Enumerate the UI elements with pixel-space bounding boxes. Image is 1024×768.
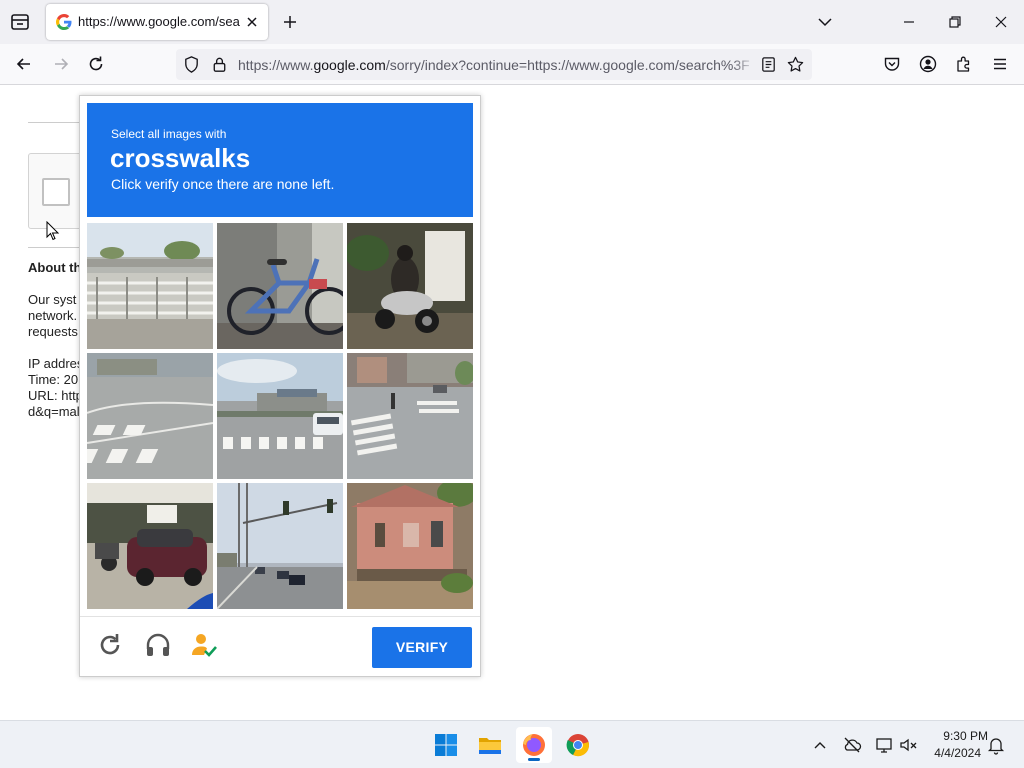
star-icon[interactable] (786, 55, 805, 74)
challenge-footer: VERIFY (80, 616, 480, 676)
audio-headphones-icon[interactable] (144, 631, 172, 659)
image-grid (87, 223, 473, 609)
close-icon[interactable] (244, 14, 260, 30)
url-line-cont: d&q=mal (28, 404, 80, 419)
clock-time[interactable]: 9:30 PM (924, 729, 988, 743)
image-tile-2 (217, 223, 343, 349)
about-line: Our syst (28, 292, 77, 307)
image-tile-9 (347, 483, 473, 609)
image-tile[interactable] (347, 223, 473, 349)
shield-icon[interactable] (182, 55, 201, 74)
about-paragraph: Our syst network. requests (28, 292, 78, 340)
google-g-icon (56, 14, 72, 30)
page-content: About th Our syst network. requests IP a… (0, 85, 1024, 720)
notification-bell-icon[interactable] (986, 735, 1006, 755)
url-bar[interactable]: https://www.google.com/sorry/index?conti… (176, 49, 812, 80)
image-tile-6 (347, 353, 473, 479)
about-line: requests (28, 324, 78, 339)
network-icon[interactable] (874, 735, 894, 755)
taskbar: 9:30 PM 4/4/2024 (0, 720, 1024, 768)
volume-muted-icon[interactable] (899, 735, 919, 755)
verify-button[interactable]: VERIFY (372, 627, 472, 668)
url-prefix: https://www. (238, 57, 314, 73)
image-tile-4 (87, 353, 213, 479)
image-tile[interactable] (217, 353, 343, 479)
firefox-icon (523, 734, 545, 756)
restore-icon[interactable] (945, 12, 965, 32)
chrome-icon (566, 734, 589, 757)
hamburger-menu-icon[interactable] (990, 54, 1010, 74)
chrome-taskbar-button[interactable] (560, 727, 596, 763)
file-explorer-button[interactable] (472, 727, 508, 763)
plus-icon[interactable] (280, 12, 300, 32)
about-heading: About th (28, 260, 82, 275)
info-person-check-icon[interactable] (190, 631, 218, 659)
request-details: IP addres Time: 20: URL: http d&q=mal (28, 356, 83, 420)
active-app-indicator (528, 758, 540, 761)
challenge-header: Select all images with crosswalks Click … (87, 103, 473, 217)
image-tile-8 (217, 483, 343, 609)
about-line: network. (28, 308, 78, 323)
forward-arrow-icon[interactable] (51, 54, 71, 74)
time-line: Time: 20: (28, 372, 82, 387)
captcha-challenge: Select all images with crosswalks Click … (79, 95, 481, 677)
challenge-instruction: Select all images with (111, 127, 227, 141)
image-tile-1 (87, 223, 213, 349)
reload-icon[interactable] (96, 631, 124, 659)
image-tile[interactable] (87, 483, 213, 609)
url-domain: google.com (313, 57, 386, 73)
window-close-icon[interactable] (991, 12, 1011, 32)
account-icon[interactable] (918, 54, 938, 74)
back-arrow-icon[interactable] (14, 54, 34, 74)
image-tile[interactable] (87, 223, 213, 349)
firefox-taskbar-button[interactable] (516, 727, 552, 763)
clock-date[interactable]: 4/4/2024 (924, 746, 981, 760)
browser-tab[interactable]: https://www.google.com/search?q=mal (46, 4, 268, 40)
windows-start-icon (435, 734, 457, 756)
lock-icon[interactable] (210, 55, 229, 74)
onedrive-offline-icon[interactable] (842, 735, 862, 755)
reader-view-icon[interactable] (759, 55, 778, 74)
windows-start-button[interactable] (428, 727, 464, 763)
pocket-icon[interactable] (882, 54, 902, 74)
image-tile[interactable] (87, 353, 213, 479)
browser-tab-bar: https://www.google.com/search?q=mal (0, 0, 1024, 44)
image-tile-7 (87, 483, 213, 609)
chevron-down-icon[interactable] (815, 12, 835, 32)
reload-icon[interactable] (86, 54, 106, 74)
file-explorer-icon (479, 738, 501, 754)
extensions-icon[interactable] (954, 54, 974, 74)
image-tile[interactable] (217, 483, 343, 609)
tab-list-icon[interactable] (8, 11, 32, 33)
image-tile[interactable] (347, 483, 473, 609)
url-suffix: /sorry/index?continue=https://www.google… (385, 57, 750, 73)
ip-address-line: IP addres (28, 356, 84, 371)
challenge-subtext: Click verify once there are none left. (111, 176, 335, 192)
recaptcha-checkbox[interactable] (42, 178, 70, 206)
minimize-icon[interactable] (899, 12, 919, 32)
challenge-keyword: crosswalks (110, 143, 251, 173)
chevron-up-icon[interactable] (810, 735, 830, 755)
url-line: URL: http (28, 388, 83, 403)
url-fade (732, 53, 756, 75)
image-tile-5 (217, 353, 343, 479)
mouse-cursor-icon (46, 221, 60, 241)
image-tile[interactable] (347, 353, 473, 479)
browser-nav-bar: https://www.google.com/sorry/index?conti… (0, 44, 1024, 85)
image-tile-3 (347, 223, 473, 349)
tab-title: https://www.google.com/search?q=mal (78, 14, 240, 29)
image-tile[interactable] (217, 223, 343, 349)
url-text[interactable]: https://www.google.com/sorry/index?conti… (238, 57, 752, 73)
